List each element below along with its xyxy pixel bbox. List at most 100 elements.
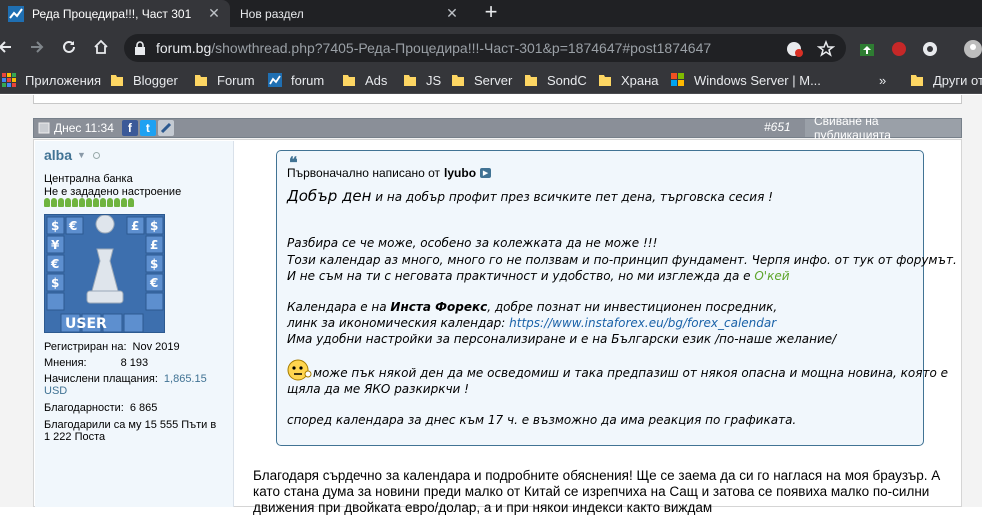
bookmark-label: Blogger (133, 72, 178, 88)
svg-text:USER: USER (65, 316, 107, 332)
quote-line-text: И не съм на ти с неговата практичност и … (287, 269, 755, 283)
avatar[interactable]: $ € £ $ ¥ £ € $ $ € USER (44, 214, 165, 333)
post-date: Днес 11:34 (38, 121, 114, 135)
bookmarks-overflow-button[interactable]: » (879, 72, 886, 88)
offline-status-icon (92, 151, 100, 159)
quote-author: lyubo (444, 166, 477, 180)
reputation-pip-icon (65, 198, 71, 207)
bookmark-forum-site[interactable]: forum (268, 72, 324, 88)
bookmark-sondc[interactable]: SondC (524, 72, 587, 88)
home-button[interactable] (90, 36, 112, 58)
stat-value-currency[interactable]: USD (44, 385, 67, 397)
forward-button[interactable] (26, 36, 48, 58)
stat-payments-currency: USD (44, 385, 67, 397)
star-icon[interactable] (817, 40, 835, 58)
calendar-link[interactable]: https://www.instaforex.eu/bg/forex_calen… (509, 316, 776, 330)
chain-icon (160, 122, 171, 134)
svg-text:$: $ (51, 276, 59, 290)
link-icon[interactable] (157, 120, 174, 136)
bookmark-label: Храна (621, 72, 659, 88)
post-number-link[interactable]: #651 (764, 120, 791, 134)
facebook-icon[interactable]: f (121, 120, 138, 136)
window-control[interactable] (960, 0, 982, 27)
post-status-icon (38, 122, 50, 134)
reputation-bar (44, 198, 134, 207)
reload-icon (63, 40, 75, 53)
tab-active[interactable]: Реда Процедира!!!, Част 301 ✕ (0, 0, 230, 27)
svg-text:$: $ (150, 219, 158, 233)
bookmark-label: Други от (933, 72, 982, 88)
quote-block: ❝ Първоначално написано от lyubo ▶ Добър… (276, 150, 957, 446)
arrow-left-icon (0, 41, 11, 53)
tab-new[interactable]: Нов раздел ✕ (232, 0, 468, 27)
stat-thanked: Благодарили са му 15 555 Пъти в (44, 419, 216, 431)
bookmark-label: Windows Server | M... (694, 72, 821, 88)
new-tab-button[interactable]: + (480, 1, 502, 24)
forum-favicon-icon (8, 5, 24, 22)
twitter-icon[interactable]: t (139, 120, 156, 136)
svg-text:$: $ (51, 219, 59, 233)
extension-chat-icon[interactable] (921, 40, 939, 58)
reputation-pip-icon (72, 198, 78, 207)
bookmark-js[interactable]: JS (403, 72, 441, 88)
reputation-pip-icon (107, 198, 113, 207)
okay-highlight: О'кей (754, 269, 790, 283)
bookmark-blogger[interactable]: Blogger (110, 72, 178, 88)
arrow-right-icon (31, 41, 44, 53)
greeting-rest: и на добър профит през всичките пет дена… (371, 190, 773, 204)
bookmark-apps[interactable]: Приложения (2, 72, 101, 88)
folder-icon (111, 75, 123, 86)
stat-label: Мнения: (44, 357, 87, 369)
cal-intro: Календара е на (287, 300, 391, 314)
caret-down-icon[interactable]: ▼ (77, 150, 86, 160)
address-bar[interactable]: forum.bg/showthread.php?7405-Реда-Процед… (124, 34, 846, 62)
stat-value: Nov 2019 (132, 341, 180, 353)
chevron-double-right-icon: » (879, 72, 887, 88)
reputation-pip-icon (121, 198, 127, 207)
quote-greeting: Добър ден и на добър профит през всичкит… (287, 187, 773, 205)
stat-posts: Мнения: 8 193 (44, 357, 148, 369)
reputation-pip-icon (51, 198, 57, 207)
view-post-icon[interactable]: ▶ (480, 168, 492, 178)
bookmark-label: SondC (547, 72, 587, 88)
user-info-panel: alba ▼ Централна банка Не е зададено нас… (35, 141, 234, 507)
collapse-post-button[interactable]: Свиване на публикацията (805, 114, 961, 142)
folder-icon (452, 75, 464, 86)
bookmark-label: Ads (365, 72, 388, 88)
quote-header-text: Първоначално написано от (287, 166, 441, 180)
thinking-smiley-icon (287, 359, 312, 381)
bookmark-ads[interactable]: Ads (342, 72, 387, 88)
close-tab-icon[interactable]: ✕ (444, 5, 460, 22)
stat-value: 6 865 (129, 402, 158, 414)
quote-hope-1: може пък някой ден да ме осведомиш и так… (313, 366, 949, 380)
quote-settings: Има удобни настройки за персонализиране … (287, 332, 837, 346)
bookmark-server[interactable]: Server (451, 72, 512, 88)
bookmark-windows-server[interactable]: Windows Server | M... (671, 72, 821, 88)
stat-value-link[interactable]: 1,865.15 (164, 373, 207, 385)
username-text[interactable]: alba (44, 147, 72, 163)
back-button[interactable] (0, 36, 16, 58)
reputation-pip-icon (128, 198, 134, 207)
bookmark-food[interactable]: Храна (598, 72, 659, 88)
forum-favicon-icon (268, 73, 282, 87)
reload-button[interactable] (58, 36, 80, 58)
previous-post-footer (33, 95, 962, 104)
quote-line: И не съм на ти с неговата практичност и … (287, 269, 790, 283)
extension-bug-icon[interactable] (890, 40, 908, 58)
quote-link-line: линк за икономическия календар: https://… (287, 316, 776, 330)
blocked-cookie-icon[interactable] (786, 40, 804, 58)
stat-value: 8 193 (120, 357, 149, 369)
profile-avatar-icon[interactable] (964, 40, 982, 58)
extension-upload-icon[interactable] (858, 40, 876, 58)
close-tab-icon[interactable]: ✕ (206, 5, 222, 22)
stat-thanked-posts: 1 222 Поста (44, 431, 105, 443)
quote-header: Първоначално написано от lyubo ▶ (287, 166, 492, 180)
stat-label: Благодарности: (44, 402, 124, 414)
stat-thanks: Благодарности: 6 865 (44, 402, 157, 414)
bookmark-other[interactable]: Други от (910, 72, 982, 88)
username[interactable]: alba ▼ (44, 147, 100, 163)
bookmark-forum-folder[interactable]: Forum (194, 72, 255, 88)
svg-text:€: € (50, 257, 59, 271)
reputation-pip-icon (100, 198, 106, 207)
cal-rest: , добре познат ни инвестиционен посредни… (487, 300, 778, 314)
